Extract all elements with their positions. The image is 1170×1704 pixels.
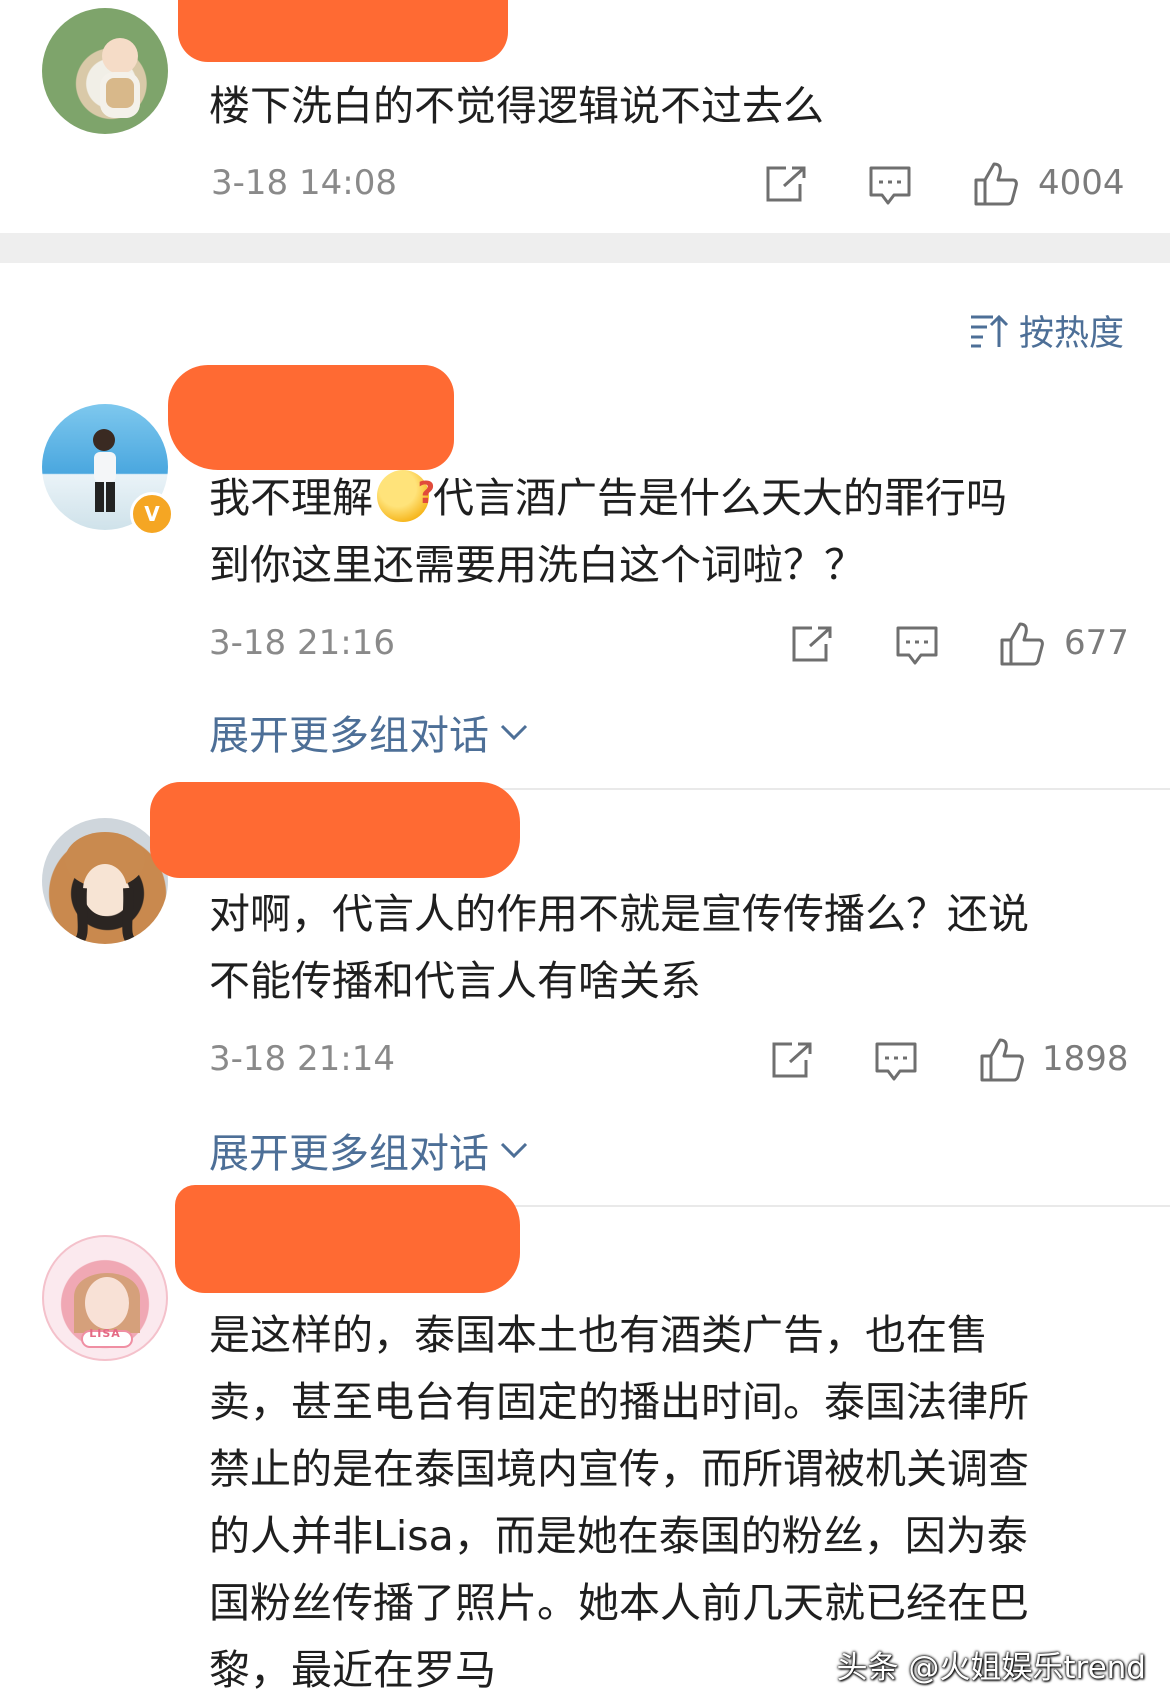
comment-time-1: 3-18 14:08 — [211, 163, 397, 203]
comment-text-2-start: 我不理解 — [209, 474, 373, 522]
share-icon[interactable] — [770, 1040, 814, 1080]
comment-text-3: 对啊，代言人的作用不就是宣传传播么？还说 不能传播和代言人有啥关系 — [209, 890, 1029, 1005]
section-separator — [0, 233, 1170, 263]
expand-thread-label: 展开更多组对话 — [209, 1131, 489, 1177]
like-count-2: 677 — [1064, 623, 1129, 663]
redacted-username-1 — [178, 0, 508, 62]
avatar-commenter-1[interactable] — [42, 8, 168, 134]
like-icon[interactable] — [972, 160, 1020, 208]
comment-time-3: 3-18 21:14 — [209, 1039, 395, 1079]
thinking-face-emoji — [377, 460, 435, 527]
lisa-avatar-figure — [74, 1273, 140, 1348]
comment-time-2: 3-18 21:16 — [209, 623, 395, 663]
redacted-username-4 — [175, 1185, 520, 1293]
expand-thread-button[interactable]: 展开更多组对话 — [209, 703, 529, 761]
avatar-lettering: LISA — [89, 1327, 121, 1340]
child-avatar-figure — [100, 38, 140, 118]
expand-thread-button[interactable]: 展开更多组对话 — [209, 1121, 529, 1179]
redacted-username-2 — [168, 365, 454, 470]
watermark: 头条 @火姐娱乐trend — [836, 1650, 1146, 1686]
like-count-1: 4004 — [1038, 163, 1125, 203]
like-icon[interactable] — [998, 620, 1046, 668]
comment-text-2: 我不理解代言酒广告是什么天大的罪行吗 到你这里还需要用洗白这个词啦？？ — [209, 460, 1129, 599]
comment-icon[interactable] — [874, 1041, 918, 1083]
like-icon[interactable] — [978, 1036, 1026, 1084]
sort-icon — [970, 314, 1009, 347]
chevron-down-icon — [500, 1142, 528, 1159]
redacted-username-3 — [150, 782, 520, 878]
comment-icon[interactable] — [868, 165, 912, 207]
comment-icon[interactable] — [895, 625, 939, 667]
verified-badge: V — [130, 492, 174, 536]
sort-toggle[interactable]: 按热度 — [969, 305, 1124, 356]
sort-label: 按热度 — [1018, 314, 1124, 354]
share-icon[interactable] — [764, 164, 808, 204]
avatar-commenter-4[interactable]: LISA — [42, 1235, 168, 1361]
like-count-3: 1898 — [1042, 1039, 1129, 1079]
share-icon[interactable] — [790, 624, 834, 664]
chevron-down-icon — [500, 724, 528, 741]
expand-thread-label: 展开更多组对话 — [209, 713, 489, 759]
comment-text-1: 楼下洗白的不觉得逻辑说不过去么 — [209, 82, 824, 130]
